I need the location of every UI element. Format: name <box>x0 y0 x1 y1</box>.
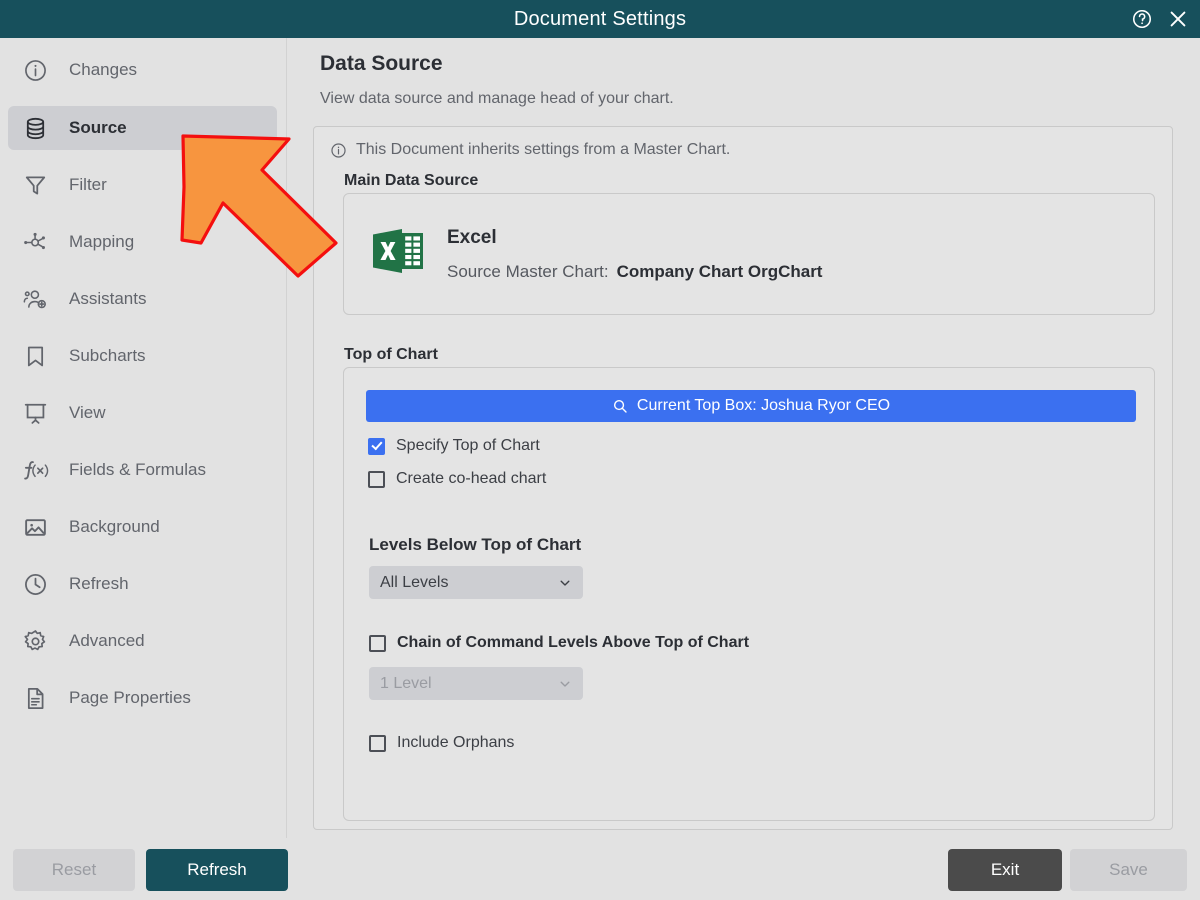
include-orphans-checkbox[interactable]: Include Orphans <box>369 734 514 752</box>
gear-icon <box>20 626 50 656</box>
sidebar-item-refresh[interactable]: Refresh <box>8 562 277 606</box>
sidebar-item-filter[interactable]: Filter <box>8 163 277 207</box>
inherit-info-banner: This Document inherits settings from a M… <box>330 141 730 159</box>
checkbox-label: Include Orphans <box>397 734 515 751</box>
sidebar: Changes Source Filter Mapping Assistants… <box>0 38 287 838</box>
source-master-chart-label: Source Master Chart: <box>447 262 609 281</box>
checkbox-box <box>368 437 385 455</box>
sidebar-item-changes[interactable]: Changes <box>8 48 277 92</box>
bookmark-icon <box>20 341 50 371</box>
sidebar-item-label: Subcharts <box>69 346 146 365</box>
levels-below-value: All Levels <box>380 573 449 591</box>
specify-top-of-chart-checkbox[interactable]: Specify Top of Chart <box>368 437 540 455</box>
checkbox-box <box>368 470 385 488</box>
sidebar-item-source[interactable]: Source <box>8 106 277 150</box>
sidebar-item-page-properties[interactable]: Page Properties <box>8 676 277 720</box>
window-title: Document Settings <box>513 7 687 30</box>
data-source-name: Excel <box>447 227 497 248</box>
top-of-chart-label: Top of Chart <box>344 346 438 363</box>
excel-icon <box>369 222 427 280</box>
presentation-icon <box>20 398 50 428</box>
page-subtitle: View data source and manage head of your… <box>320 90 674 107</box>
people-add-icon <box>20 284 50 314</box>
refresh-button[interactable]: Refresh <box>146 849 288 891</box>
window-titlebar: Document Settings <box>0 0 1200 38</box>
dialog-footer: Reset Refresh Exit Save <box>0 838 1200 900</box>
main-data-source-panel: Excel Source Master Chart: Company Chart … <box>343 193 1155 315</box>
sidebar-item-label: Changes <box>69 60 138 79</box>
node-graph-icon <box>20 227 50 257</box>
function-icon <box>20 455 50 485</box>
info-circle-icon <box>330 142 347 159</box>
clock-icon <box>20 569 50 599</box>
titlebar-actions <box>1130 0 1190 38</box>
current-top-box-button[interactable]: Current Top Box: Joshua Ryor CEO <box>366 390 1136 422</box>
levels-below-select[interactable]: All Levels <box>369 566 583 599</box>
main-data-source-label: Main Data Source <box>344 172 479 189</box>
image-icon <box>20 512 50 542</box>
sidebar-item-label: Refresh <box>69 574 129 593</box>
chain-levels-select[interactable]: 1 Level <box>369 667 583 700</box>
levels-below-label: Levels Below Top of Chart <box>369 535 582 554</box>
sidebar-item-fields-formulas[interactable]: Fields & Formulas <box>8 448 277 492</box>
sidebar-item-label: Advanced <box>69 631 145 650</box>
chevron-down-icon <box>558 576 572 590</box>
close-icon[interactable] <box>1166 7 1190 31</box>
sidebar-item-assistants[interactable]: Assistants <box>8 277 277 321</box>
sidebar-item-label: Mapping <box>69 232 135 251</box>
checkbox-label: Chain of Command Levels Above Top of Cha… <box>397 634 750 651</box>
sidebar-item-label: Source <box>69 118 127 137</box>
settings-card: This Document inherits settings from a M… <box>313 126 1173 830</box>
inherit-info-text: This Document inherits settings from a M… <box>356 141 731 158</box>
create-cohead-chart-checkbox[interactable]: Create co-head chart <box>368 470 546 488</box>
checkbox-box <box>369 634 386 652</box>
search-icon <box>612 398 628 414</box>
checkbox-label: Specify Top of Chart <box>396 437 540 454</box>
chain-levels-value: 1 Level <box>380 674 432 692</box>
top-of-chart-panel: Current Top Box: Joshua Ryor CEO Specify… <box>343 367 1155 821</box>
database-icon <box>20 113 50 143</box>
sidebar-item-subcharts[interactable]: Subcharts <box>8 334 277 378</box>
source-master-chart-row: Source Master Chart: Company Chart OrgCha… <box>447 262 822 282</box>
source-master-chart-value: Company Chart OrgChart <box>616 262 823 281</box>
sidebar-item-mapping[interactable]: Mapping <box>8 220 277 264</box>
exit-button[interactable]: Exit <box>948 849 1062 891</box>
page-title: Data Source <box>320 52 443 75</box>
document-icon <box>20 683 50 713</box>
sidebar-item-label: Page Properties <box>69 688 191 707</box>
sidebar-item-label: View <box>69 403 106 422</box>
save-button[interactable]: Save <box>1070 849 1187 891</box>
chain-of-command-checkbox[interactable]: Chain of Command Levels Above Top of Cha… <box>369 634 749 652</box>
info-circle-icon <box>20 55 50 85</box>
sidebar-item-label: Background <box>69 517 160 536</box>
reset-button[interactable]: Reset <box>13 849 135 891</box>
main-content: Data Source View data source and manage … <box>287 38 1200 838</box>
sidebar-item-label: Fields & Formulas <box>69 460 206 479</box>
sidebar-item-view[interactable]: View <box>8 391 277 435</box>
funnel-icon <box>20 170 50 200</box>
sidebar-item-label: Filter <box>69 175 107 194</box>
checkbox-box <box>369 734 386 752</box>
current-top-box-label: Current Top Box: Joshua Ryor CEO <box>636 397 891 414</box>
help-circle-icon[interactable] <box>1130 7 1154 31</box>
sidebar-item-background[interactable]: Background <box>8 505 277 549</box>
sidebar-item-label: Assistants <box>69 289 147 308</box>
chevron-down-icon <box>558 677 572 691</box>
sidebar-item-advanced[interactable]: Advanced <box>8 619 277 663</box>
checkbox-label: Create co-head chart <box>396 470 547 487</box>
